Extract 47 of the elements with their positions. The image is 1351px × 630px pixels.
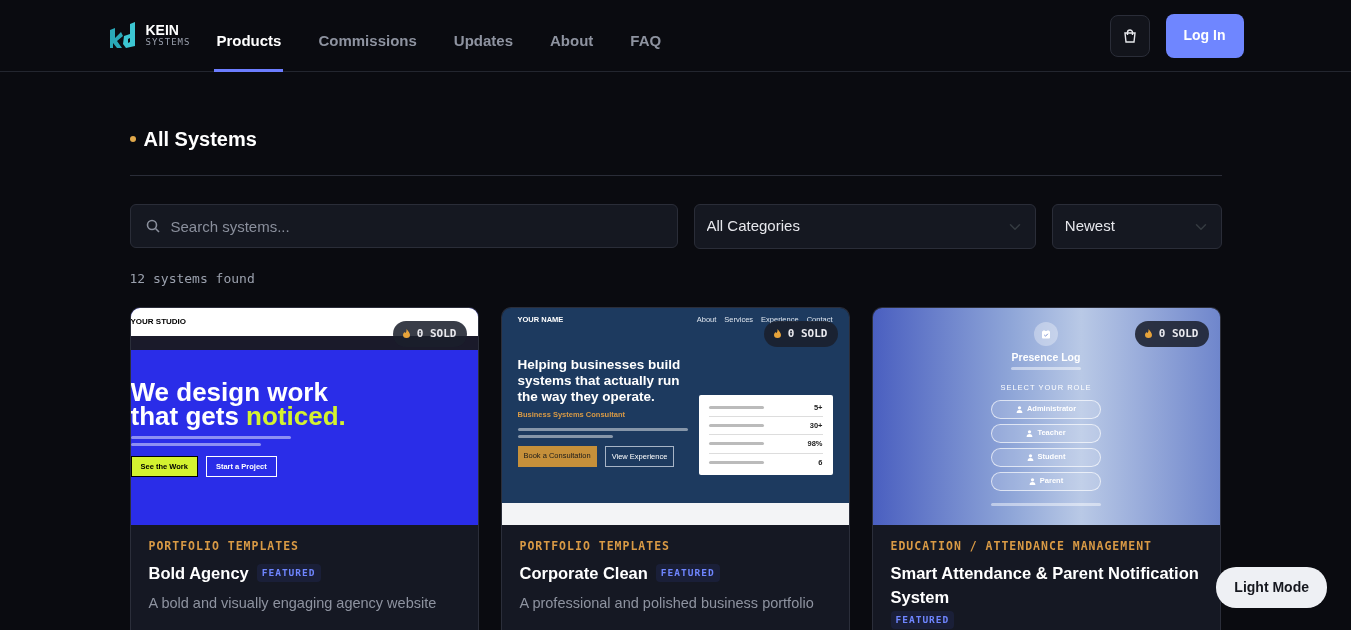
nav-link[interactable]: About [548,14,596,72]
product-name: Corporate Clean [519,562,648,584]
blurred-text-line [708,442,764,446]
flame-icon [1144,329,1152,339]
brand-name: KEIN [145,23,180,37]
product-category: EDUCATION / ATTENDANCE MANAGEMENT [890,537,1153,555]
person-icon [1026,453,1034,461]
sort-select[interactable]: Newest [1051,204,1222,249]
category-select[interactable]: All Categories [693,204,1036,249]
theme-toggle-button[interactable]: Light Mode [1216,567,1327,608]
app-title: Presence Log [1011,349,1081,365]
cart-button[interactable] [1109,14,1150,57]
featured-tag: FEATURED [256,563,321,582]
bullet-dot [129,136,136,142]
nav-link[interactable]: Commissions [316,14,419,72]
product-description: A professional and polished business portfolio [519,593,815,613]
nav-link[interactable]: Products [214,14,284,72]
person-icon [1028,477,1036,485]
product-category: PORTFOLIO TEMPLATES [148,537,301,555]
blurred-text-line [1011,367,1081,371]
flame-icon [402,329,410,339]
shopping-bag-icon [1121,27,1138,44]
product-card[interactable] [500,306,850,630]
hero-headline: Helping businesses build systems that actually run the way they operate. [517,356,682,405]
logo-icon [107,21,138,50]
product-category: PORTFOLIO TEMPLATES [519,537,672,555]
blurred-text-line [708,424,764,428]
search-field[interactable]: Search systems... [129,204,678,248]
product-name: Bold Agency [148,562,249,584]
person-icon [1015,405,1023,413]
blurred-text-line [708,460,764,464]
nav-link[interactable]: FAQ [628,14,664,72]
featured-tag: FEATURED [655,563,720,582]
result-count: 12 systems found [129,270,256,288]
brand-tagline: SYSTEMS [145,36,191,48]
person-icon [1026,429,1034,437]
studio-brand: YOUR STUDIO [130,316,187,326]
hero-highlight: noticed. [246,400,346,431]
nav-link[interactable]: Updates [451,14,515,72]
blurred-text-line [708,405,764,409]
search-icon [145,219,160,233]
featured-tag: FEATURED [890,610,955,629]
flame-icon [773,329,781,339]
calendar-icon [1041,328,1051,339]
section-title: All Systems [143,127,257,152]
product-description: A bold and visually engaging agency website [148,593,438,613]
product-name: Smart Attendance & Parent Notification System [890,562,1200,608]
